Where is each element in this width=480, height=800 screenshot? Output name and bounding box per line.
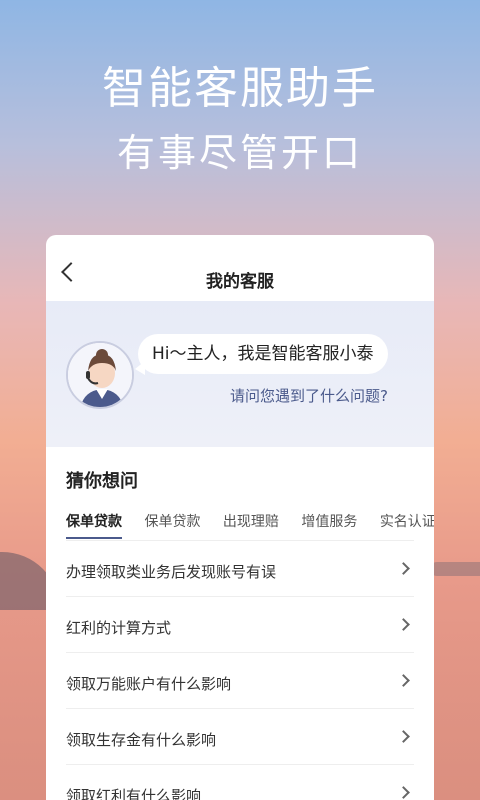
faq-list: 办理领取类业务后发现账号有误 红利的计算方式 领取万能账户有什么影响 领取生存金… [46, 540, 434, 800]
faq-item-label: 领取红利有什么影响 [66, 787, 202, 800]
faq-item-label: 红利的计算方式 [66, 619, 172, 637]
background-shore [430, 562, 480, 576]
customer-service-card: 我的客服 Hi～主人，我是智能客服小泰 请问您遇到了什么问题? 猜你想问 保单贷… [46, 235, 434, 800]
faq-item[interactable]: 领取红利有什么影响 [66, 764, 414, 800]
tab-claims[interactable]: 出现理赔 [223, 511, 279, 531]
faq-tabs: 保单贷款 保单贷款 出现理赔 增值服务 实名认证 [66, 511, 434, 541]
hero-subtitle: 有事尽管开口 [116, 131, 363, 175]
chevron-right-icon [397, 674, 410, 687]
chevron-right-icon [397, 562, 410, 575]
hero-title: 智能客服助手 [102, 63, 378, 114]
welcome-question: 请问您遇到了什么问题? [230, 387, 388, 405]
greeting-bubble: Hi～主人，我是智能客服小泰 [138, 334, 388, 374]
card-header: 我的客服 [46, 235, 434, 301]
tab-policy-loan-2[interactable]: 保单贷款 [144, 511, 200, 531]
faq-item[interactable]: 领取万能账户有什么影响 [66, 652, 414, 708]
faq-item-label: 领取万能账户有什么影响 [66, 675, 232, 693]
chevron-right-icon [397, 618, 410, 631]
welcome-panel: Hi～主人，我是智能客服小泰 请问您遇到了什么问题? [46, 301, 434, 447]
chevron-right-icon [397, 730, 410, 743]
faq-item[interactable]: 领取生存金有什么影响 [66, 708, 414, 764]
agent-avatar [66, 341, 134, 409]
faq-title: 猜你想问 [66, 471, 138, 492]
faq-item-label: 领取生存金有什么影响 [66, 731, 217, 749]
tab-value-added-services[interactable]: 增值服务 [301, 511, 357, 531]
tab-policy-loan[interactable]: 保单贷款 [66, 511, 122, 539]
tab-real-name-verification[interactable]: 实名认证 [380, 511, 434, 531]
faq-item[interactable]: 红利的计算方式 [66, 596, 414, 652]
chevron-right-icon [397, 786, 410, 799]
faq-item-label: 办理领取类业务后发现账号有误 [66, 563, 277, 581]
faq-item[interactable]: 办理领取类业务后发现账号有误 [66, 540, 414, 596]
hero: 智能客服助手 有事尽管开口 [0, 0, 480, 200]
agent-avatar-icon [68, 343, 132, 407]
page-title: 我的客服 [206, 272, 274, 292]
